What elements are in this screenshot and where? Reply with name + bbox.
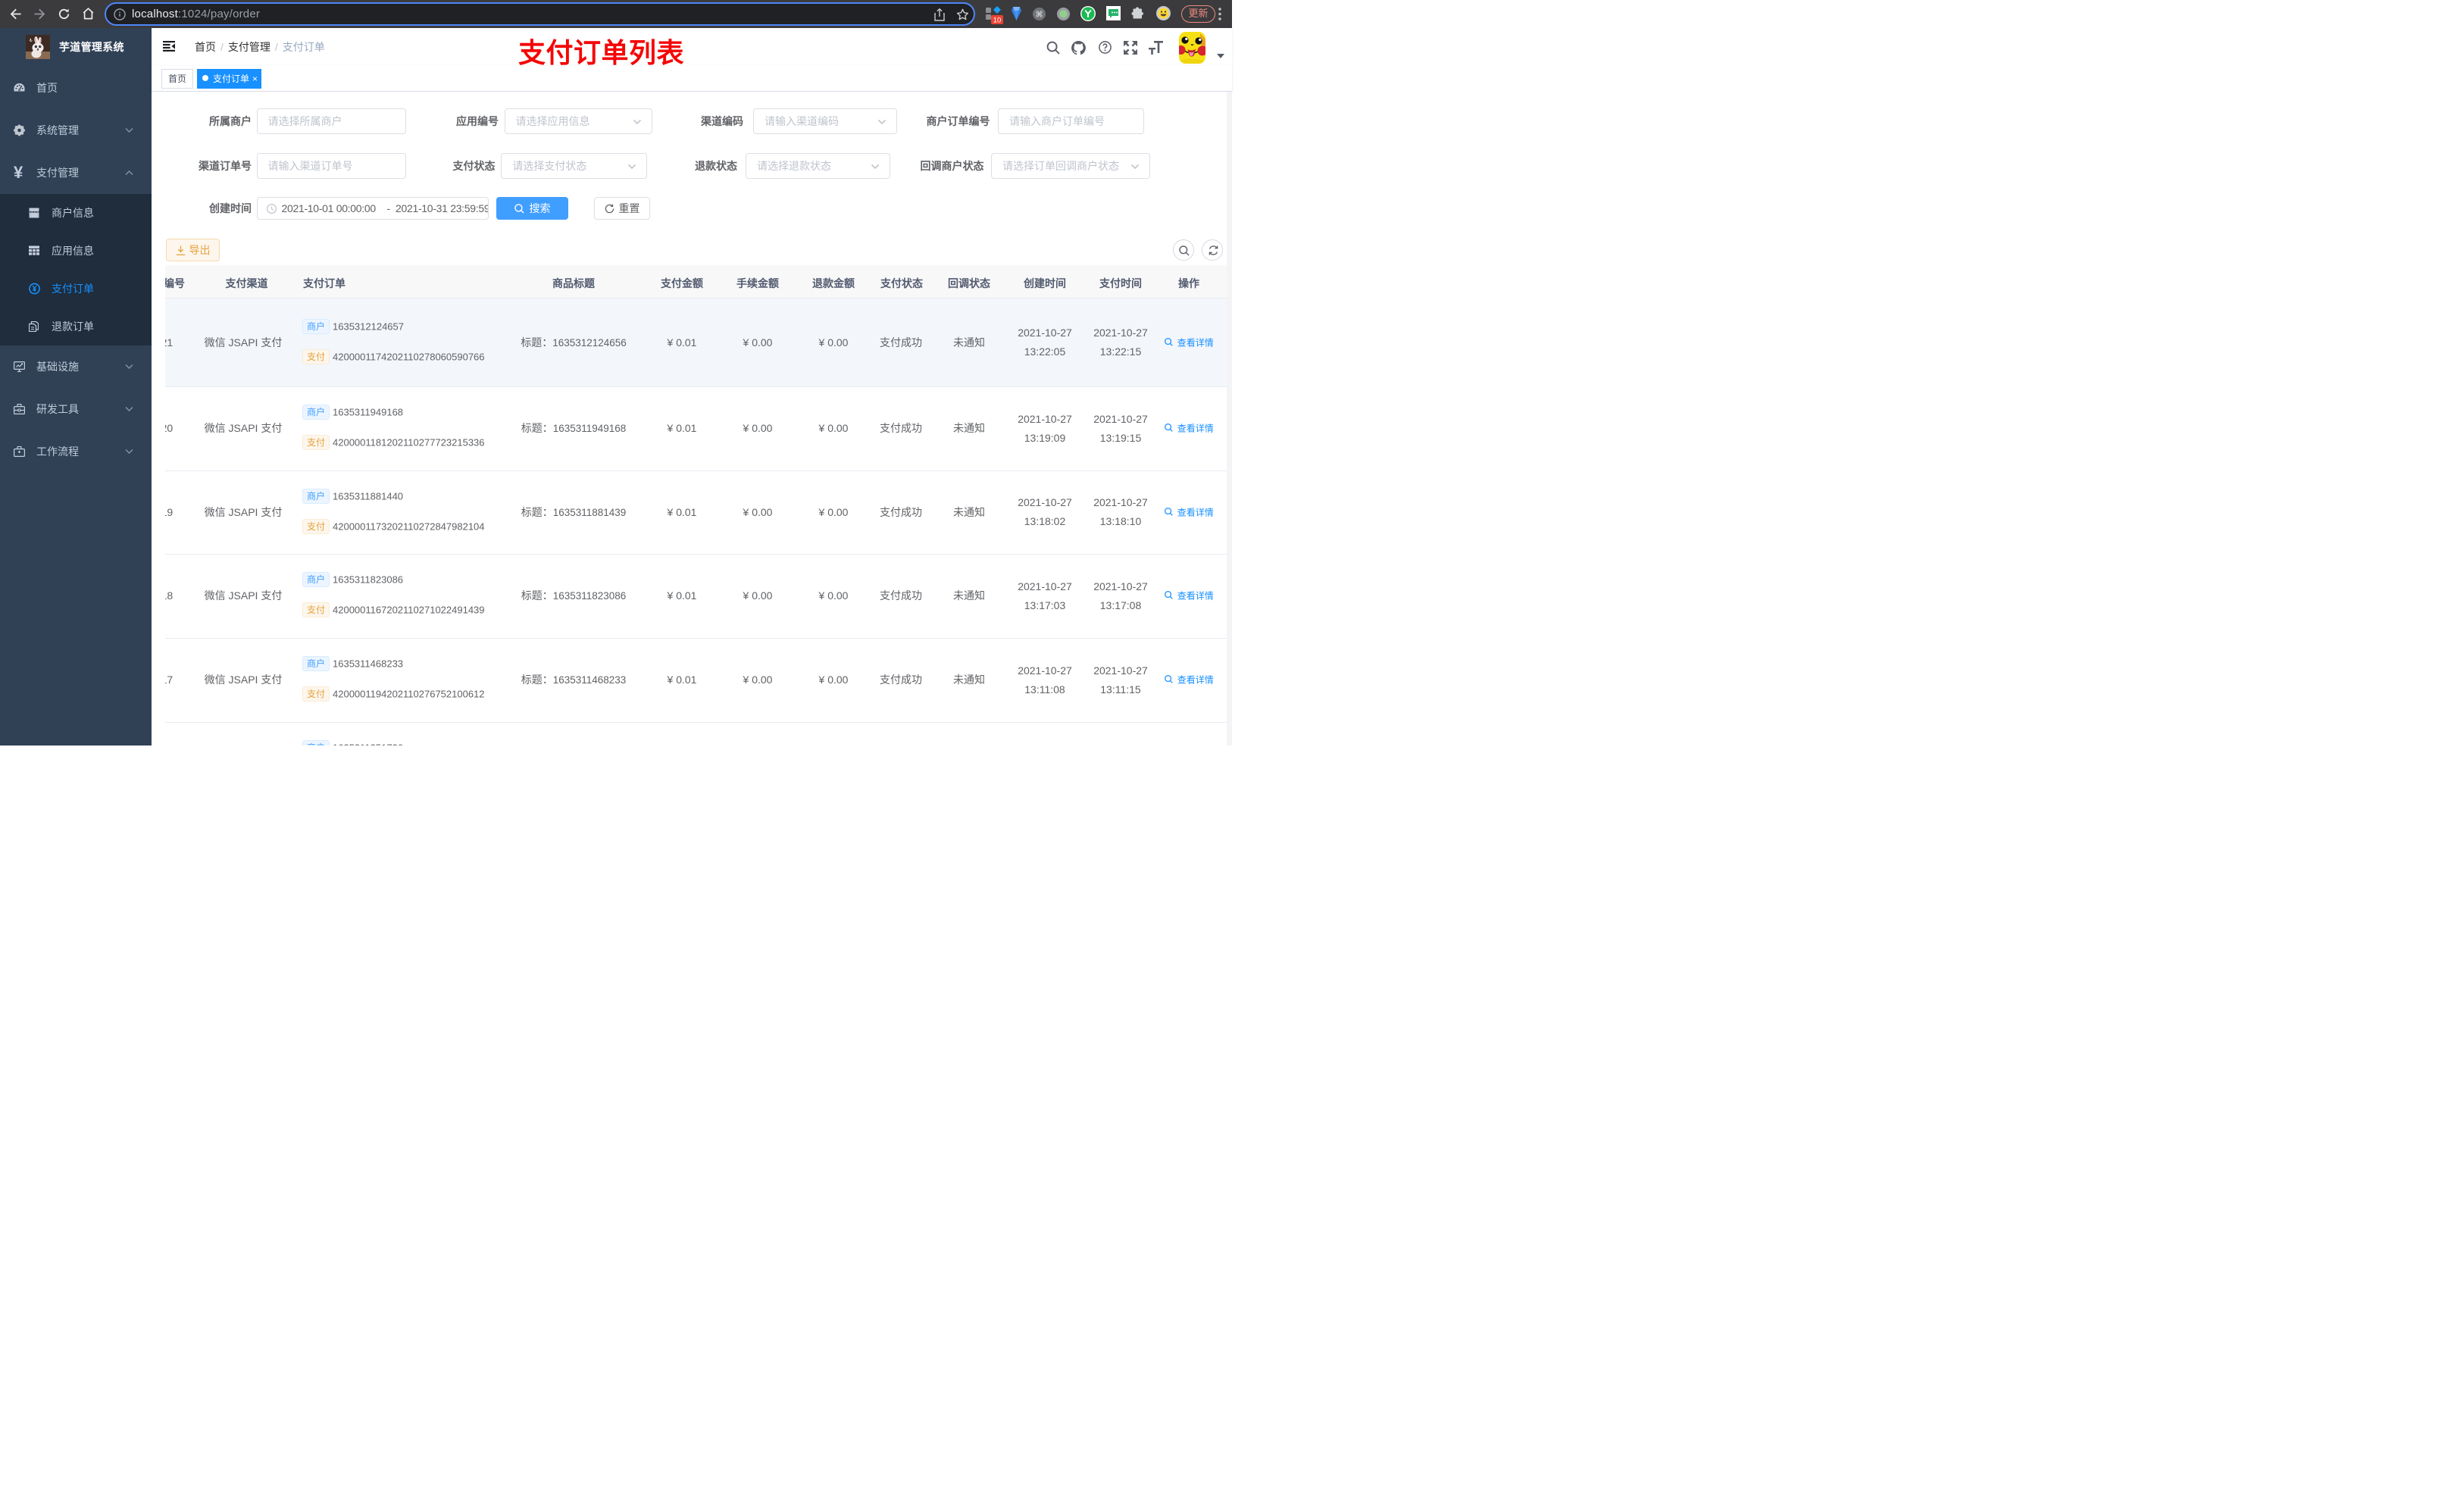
svg-text:10: 10 <box>993 17 1002 25</box>
svg-text:⌘: ⌘ <box>1035 10 1043 19</box>
